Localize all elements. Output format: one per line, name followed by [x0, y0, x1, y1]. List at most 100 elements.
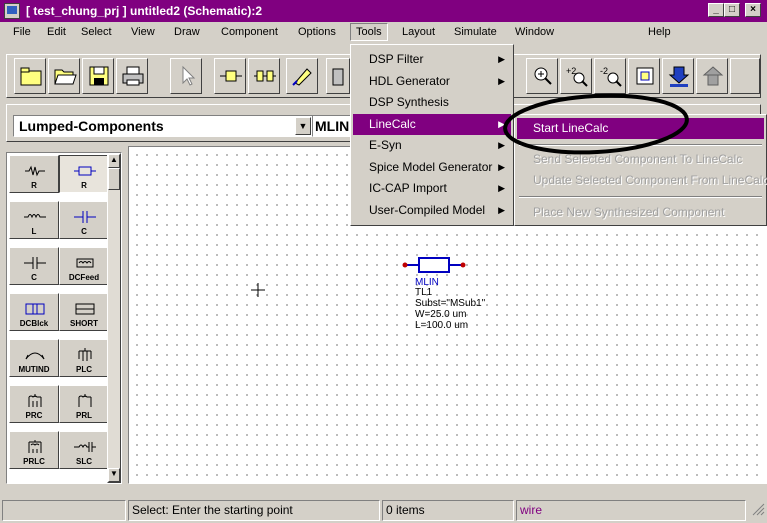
tools-menu-item-spice-model-generator[interactable]: Spice Model Generator ▶ [353, 157, 511, 178]
palette-item-prl[interactable]: PRL [59, 385, 109, 423]
menu-draw[interactable]: Draw [174, 26, 200, 38]
new-folder-button[interactable] [14, 58, 46, 94]
palette-item-dcfeed[interactable]: DCFeed [59, 247, 109, 285]
linecalc-item-place-new-synthesized-component[interactable]: Place New Synthesized Component [517, 202, 764, 223]
menu-tools[interactable]: Tools [350, 23, 388, 41]
palette-item-c[interactable]: C [59, 201, 109, 239]
insert-component-button[interactable] [214, 58, 246, 94]
simulate-icon [668, 66, 690, 87]
submenu-arrow-icon: ▶ [498, 183, 505, 193]
menu-view[interactable]: View [131, 26, 155, 38]
print-icon [122, 66, 144, 86]
menu-simulate[interactable]: Simulate [454, 26, 497, 38]
tools-menu-item-linecalc[interactable]: LineCalc ▶ [353, 113, 511, 135]
submenu-arrow-icon: ▶ [498, 161, 505, 172]
save-button[interactable] [82, 58, 114, 94]
library-dropdown[interactable]: Lumped-Components ▼ [13, 115, 313, 137]
palette-item-label: R [81, 181, 87, 190]
zoom-in-icon: +2 [566, 66, 588, 87]
menu-layout[interactable]: Layout [402, 26, 435, 38]
component-dropdown[interactable]: MLIN [312, 115, 352, 137]
prc-component-icon [28, 394, 42, 407]
palette-item-dcblck[interactable]: DCBlck [9, 293, 59, 331]
select-arrow-icon [182, 65, 196, 86]
tune-button[interactable] [696, 58, 728, 94]
palette-item-label: PLC [76, 365, 92, 374]
close-button[interactable]: × [745, 3, 761, 17]
delete-button[interactable] [326, 58, 350, 94]
title-bar[interactable]: [ test_chung_prj ] untitled2 (Schematic)… [0, 0, 767, 22]
palette-item-label: MUTIND [18, 365, 50, 374]
menu-item-label: E-Syn [369, 138, 402, 152]
palette-item-label: PRL [76, 411, 92, 420]
menu-options[interactable]: Options [298, 26, 336, 38]
r2-component-icon [74, 166, 96, 176]
short-component-icon [75, 303, 95, 315]
tools-menu-item-dsp-filter[interactable]: DSP Filter ▶ [353, 49, 511, 70]
palette-item-label: DCFeed [68, 273, 100, 282]
maximize-button[interactable]: □ [724, 3, 740, 17]
menu-file[interactable]: File [13, 26, 31, 38]
menu-edit[interactable]: Edit [47, 26, 66, 38]
window-title: [ test_chung_prj ] untitled2 (Schematic)… [26, 4, 263, 18]
tools-menu-item-e-syn[interactable]: E-Syn ▶ [353, 135, 511, 156]
palette-item-r[interactable]: R [9, 155, 59, 193]
menu-help[interactable]: Help [648, 26, 671, 38]
tools-menu-item-ic-cap-import[interactable]: IC-CAP Import ▶ [353, 178, 511, 199]
palette-item-label: SHORT [70, 319, 98, 328]
palette-item-slc[interactable]: SLC [59, 431, 109, 469]
save-icon [89, 66, 109, 86]
plc-component-icon [78, 348, 92, 361]
menu-select[interactable]: Select [81, 26, 112, 38]
zoom-out-icon: -2 [600, 66, 622, 87]
tune-icon [702, 66, 724, 86]
chevron-down-icon[interactable]: ▼ [295, 117, 311, 135]
mlin-component[interactable] [401, 255, 467, 275]
scroll-down-icon[interactable]: ▼ [108, 468, 120, 482]
status-spacer [2, 500, 126, 521]
insert-port-icon [254, 70, 276, 82]
menu-item-label: DSP Filter [369, 52, 424, 66]
palette-scrollbar[interactable]: ▲ ▼ [107, 153, 121, 483]
edit-button[interactable] [286, 58, 318, 94]
palette-item-prlc[interactable]: PRLC [9, 431, 59, 469]
palette-item-label: SLC [76, 457, 92, 466]
tools-menu-item-dsp-synthesis[interactable]: DSP Synthesis [353, 92, 511, 113]
menu-item-label: User-Compiled Model [369, 202, 486, 217]
scroll-up-icon[interactable]: ▲ [108, 154, 120, 168]
tools-menu-item-user-compiled-model[interactable]: User-Compiled Model ▶ [353, 200, 511, 221]
palette-item-l[interactable]: L [9, 201, 59, 239]
menu-item-label: LineCalc [369, 116, 416, 131]
select-arrow-button[interactable] [170, 58, 202, 94]
palette-item-c2[interactable]: C [9, 247, 59, 285]
palette-item-plc[interactable]: PLC [59, 339, 109, 377]
palette-item-r2[interactable]: R [59, 155, 109, 193]
palette-item-short[interactable]: SHORT [59, 293, 109, 331]
app-icon[interactable] [4, 3, 20, 19]
tools-menu-item-hdl-generator[interactable]: HDL Generator ▶ [353, 71, 511, 92]
menu-item-label: DSP Synthesis [369, 95, 449, 109]
status-bar: Select: Enter the starting point 0 items… [0, 498, 767, 523]
palette-item-label: C [81, 227, 87, 236]
palette-item-label: R [31, 181, 37, 190]
minimize-button[interactable]: _ [708, 3, 724, 17]
palette-item-prc[interactable]: PRC [9, 385, 59, 423]
print-button[interactable] [116, 58, 148, 94]
menu-window[interactable]: Window [515, 26, 554, 38]
linecalc-item-update-selected-component-from-linecalc[interactable]: Update Selected Component From LineCalc [517, 170, 767, 191]
new-folder-icon [20, 67, 42, 86]
toolbar-more-button[interactable] [730, 58, 760, 94]
mutind-component-icon [25, 352, 45, 360]
menu-component[interactable]: Component [221, 26, 278, 38]
submenu-arrow-icon: ▶ [498, 54, 505, 64]
annotation-ellipse [503, 93, 689, 155]
open-folder-button[interactable] [48, 58, 80, 94]
palette-item-mutind[interactable]: MUTIND [9, 339, 59, 377]
insert-port-button[interactable] [248, 58, 280, 94]
dcfeed-component-icon [76, 258, 94, 268]
l-component-icon [24, 214, 46, 219]
scroll-thumb[interactable] [108, 168, 120, 190]
svg-text:+2: +2 [566, 66, 576, 76]
resize-grip-icon[interactable] [748, 500, 767, 521]
status-message: Select: Enter the starting point [128, 500, 380, 521]
